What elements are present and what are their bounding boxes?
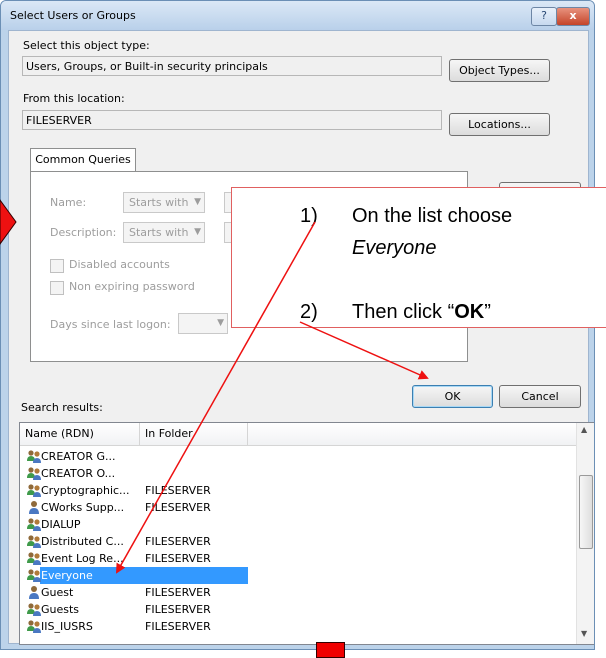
row-name: DIALUP [41,518,81,531]
row-name: CREATOR G... [41,450,116,463]
table-row[interactable]: Guest FILESERVER [20,584,576,601]
row-name: Distributed C... [41,535,124,548]
row-name: IIS_IUSRS [41,620,93,633]
description-label: Description: [50,226,117,239]
scroll-down-icon[interactable]: ▼ [581,629,587,638]
description-mode-select[interactable]: Starts with ▼ [123,222,205,243]
row-folder: FILESERVER [145,535,211,548]
description-mode-value: Starts with [129,226,189,239]
location-label: From this location: [23,92,125,105]
disabled-accounts-label: Disabled accounts [69,258,170,271]
disabled-accounts-checkbox[interactable] [50,259,64,273]
instruction-callout: 1) On the list choose Everyone 2) Then c… [231,187,606,328]
locations-button[interactable]: Locations... [449,113,550,136]
scroll-up-icon[interactable]: ▲ [581,425,587,434]
help-button[interactable]: ? [531,7,557,26]
row-name: Cryptographic... [41,484,130,497]
cancel-button[interactable]: Cancel [499,385,581,408]
table-row[interactable]: Everyone [20,567,576,584]
chevron-down-icon: ▼ [194,227,201,237]
row-folder: FILESERVER [145,501,211,514]
location-field: FILESERVER [22,110,442,130]
dialog-title: Select Users or Groups [10,9,136,22]
row-folder: FILESERVER [145,484,211,497]
chevron-down-icon: ▼ [194,197,201,207]
step1-number: 1) [300,205,318,227]
object-type-field: Users, Groups, or Built-in security prin… [22,56,442,76]
name-label: Name: [50,196,87,209]
non-expiring-label: Non expiring password [69,280,195,293]
vertical-scrollbar[interactable]: ▲ ▼ [576,423,594,644]
search-results-list[interactable]: Name (RDN) In Folder CREATOR G... CREATOR… [19,422,594,645]
column-folder-header[interactable]: In Folder [140,423,248,445]
row-folder: FILESERVER [145,603,211,616]
row-name: Guest [41,586,74,599]
row-folder: FILESERVER [145,586,211,599]
close-button[interactable]: x [556,7,590,26]
step2-prefix: Then click “ [352,301,455,323]
name-mode-value: Starts with [129,196,189,209]
table-row[interactable]: Distributed C... FILESERVER [20,533,576,550]
table-row[interactable]: Guests FILESERVER [20,601,576,618]
non-expiring-checkbox[interactable] [50,281,64,295]
step2-number: 2) [300,301,318,323]
row-name: Guests [41,603,80,616]
object-types-button[interactable]: Object Types... [449,59,550,82]
tab-common-queries[interactable]: Common Queries [30,148,136,171]
title-bar: Select Users or Groups ? x [1,1,594,30]
row-name: CREATOR O... [41,467,116,480]
row-folder: FILESERVER [145,620,211,633]
table-row[interactable]: CREATOR G... [20,448,576,465]
table-row[interactable]: Cryptographic... FILESERVER [20,482,576,499]
days-since-logon-label: Days since last logon: [50,318,171,331]
table-row[interactable]: CREATOR O... [20,465,576,482]
name-mode-select[interactable]: Starts with ▼ [123,192,205,213]
table-row[interactable]: CWorks Supp... FILESERVER [20,499,576,516]
step2-suffix: ” [484,301,491,323]
row-name: CWorks Supp... [41,501,125,514]
step1-target: Everyone [352,237,437,259]
bottom-marker-icon [316,642,345,658]
column-name-header[interactable]: Name (RDN) [20,423,140,445]
close-icon: x [569,9,577,22]
table-row[interactable]: DIALUP [20,516,576,533]
object-type-label: Select this object type: [23,39,150,52]
row-name: Everyone [41,569,93,582]
table-row[interactable]: IIS_IUSRS FILESERVER [20,618,576,635]
step1-text: On the list choose [352,205,513,227]
row-name: Event Log Re... [41,552,124,565]
search-results-label: Search results: [21,401,103,414]
step2-text: Then click “OK” [352,301,491,324]
scrollbar-thumb[interactable] [579,475,593,549]
step2-ok: OK [454,301,485,323]
row-folder: FILESERVER [145,552,211,565]
table-row[interactable]: Event Log Re... FILESERVER [20,550,576,567]
days-since-logon-select[interactable]: ▼ [178,313,228,334]
ok-button[interactable]: OK [412,385,493,408]
results-header: Name (RDN) In Folder [20,423,576,446]
chevron-down-icon: ▼ [217,318,224,328]
